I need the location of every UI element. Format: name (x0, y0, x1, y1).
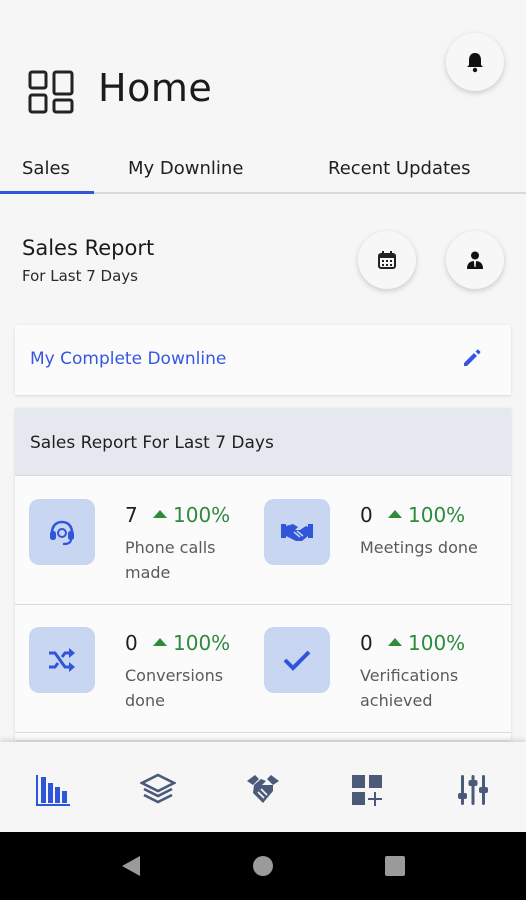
handshake-icon (281, 524, 313, 541)
report-title: Sales Report (22, 236, 155, 260)
tab-sales[interactable]: Sales (22, 158, 70, 179)
system-navigation-bar (0, 832, 526, 900)
stats-row: 7 100% Phone calls made 0 100% Meetings … (15, 477, 511, 605)
sliders-icon (458, 775, 488, 805)
bar-chart-icon (36, 775, 70, 806)
stat-value: 0 (360, 631, 373, 655)
trend-up-icon (388, 510, 402, 518)
stats-row: 0 100% Conversions done 0 100% Verificat… (15, 605, 511, 733)
downline-link[interactable]: My Complete Downline (30, 349, 226, 369)
header: Home (0, 0, 526, 140)
stat-icon-tile (264, 499, 330, 565)
trend-percent: 100% (408, 631, 466, 655)
trend-percent: 100% (173, 631, 231, 655)
stat-label: Conversions done (125, 666, 224, 710)
sales-report-card: Sales Report For Last 7 Days 7 100% Phon… (15, 408, 511, 740)
recents-icon[interactable] (384, 854, 406, 878)
stat-label: Verifications achieved (360, 666, 459, 710)
home-icon[interactable] (252, 854, 274, 878)
stats-heading: Sales Report For Last 7 Days (15, 408, 511, 476)
nav-deals[interactable] (243, 770, 283, 810)
trend-percent: 100% (173, 503, 231, 527)
handshake-icon (247, 775, 279, 803)
stat-value: 0 (125, 631, 138, 655)
tab-recent-updates[interactable]: Recent Updates (328, 158, 471, 179)
user-filter-button[interactable] (446, 231, 504, 289)
calendar-icon (378, 251, 396, 269)
nav-add-widget[interactable] (348, 770, 388, 810)
bottom-navigation (0, 742, 526, 832)
pencil-icon[interactable] (461, 347, 483, 369)
stat-icon-tile (29, 499, 95, 565)
complete-downline-card[interactable]: My Complete Downline (15, 325, 511, 395)
back-icon[interactable] (120, 854, 142, 878)
trend-up-icon (153, 510, 167, 518)
stat-icon-tile (29, 627, 95, 693)
bell-icon (467, 53, 483, 73)
stat-icon-tile (264, 627, 330, 693)
active-tab-indicator (0, 191, 94, 194)
nav-reports[interactable] (33, 770, 73, 810)
stat-trend: 100% (153, 503, 230, 527)
calendar-button[interactable] (358, 231, 416, 289)
stat-trend: 100% (388, 631, 465, 655)
tab-my-downline[interactable]: My Downline (128, 158, 243, 179)
add-widget-icon (352, 775, 382, 806)
layers-icon (140, 773, 176, 804)
trend-up-icon (153, 638, 167, 646)
dashboard-grid-icon (28, 70, 74, 114)
stat-label: Phone calls made (125, 538, 216, 582)
stat-value: 7 (125, 503, 138, 527)
stat-trend: 100% (153, 631, 230, 655)
stat-value: 0 (360, 503, 373, 527)
trend-percent: 100% (408, 503, 466, 527)
stat-label: Meetings done (360, 538, 478, 557)
nav-layers[interactable] (138, 770, 178, 810)
headset-icon (50, 520, 74, 546)
trend-up-icon (388, 638, 402, 646)
report-subtitle: For Last 7 Days (22, 267, 138, 285)
nav-settings[interactable] (453, 770, 493, 810)
user-suit-icon (467, 251, 483, 269)
check-icon (283, 650, 311, 671)
stat-trend: 100% (388, 503, 465, 527)
page-title: Home (98, 66, 213, 110)
tab-bar: Sales My Downline Recent Updates (0, 150, 526, 194)
shuffle-icon (49, 648, 75, 672)
notification-button[interactable] (446, 33, 504, 91)
